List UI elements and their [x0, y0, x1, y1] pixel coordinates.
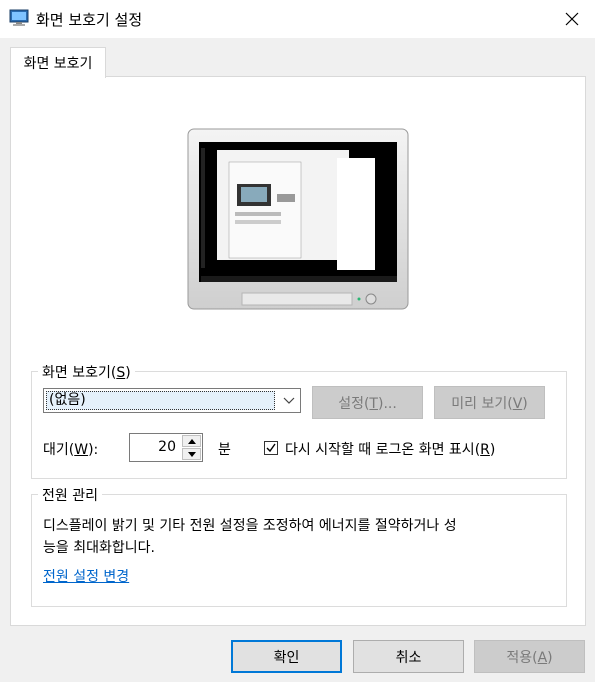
- screensaver-dropdown[interactable]: (없음): [43, 388, 301, 413]
- triangle-down-icon: [187, 451, 196, 457]
- resume-logon-checkbox[interactable]: [264, 441, 278, 455]
- close-button[interactable]: [549, 0, 595, 38]
- screensaver-group-label: 화면 보호기(S): [38, 362, 135, 382]
- tab-screensaver[interactable]: 화면 보호기: [10, 47, 106, 78]
- apply-button[interactable]: 적용(A): [474, 640, 585, 673]
- screensaver-selected-value: (없음): [46, 391, 275, 410]
- resume-logon-label[interactable]: 다시 시작할 때 로그온 화면 표시(R): [285, 439, 495, 459]
- wait-minutes-stepper[interactable]: 20: [129, 433, 203, 462]
- chevron-down-icon: [283, 397, 295, 404]
- title-bar: 화면 보호기 설정: [0, 0, 595, 38]
- window-title: 화면 보호기 설정: [36, 11, 143, 29]
- tab-screensaver-label: 화면 보호기: [23, 56, 93, 72]
- stepper-up-button[interactable]: [182, 435, 201, 447]
- stepper-down-button[interactable]: [182, 448, 201, 460]
- ok-button-label: 확인: [273, 649, 300, 666]
- ok-button[interactable]: 확인: [231, 640, 342, 673]
- change-power-settings-link[interactable]: 전원 설정 변경: [43, 566, 129, 586]
- cancel-button[interactable]: 취소: [353, 640, 464, 673]
- checkmark-icon: [266, 443, 276, 453]
- settings-button-label: 설정(T)...: [338, 395, 397, 412]
- wait-minutes-value: 20: [158, 439, 176, 455]
- power-group-label: 전원 관리: [38, 485, 102, 505]
- triangle-up-icon: [187, 438, 196, 444]
- preview-button-label: 미리 보기(V): [451, 395, 528, 412]
- preview-button[interactable]: 미리 보기(V): [434, 386, 545, 419]
- wait-label: 대기(W):: [43, 442, 99, 458]
- monitor-preview-icon: [187, 128, 409, 310]
- power-description-line1: 디스플레이 밝기 및 기타 전원 설정을 조정하여 에너지를 절약하거나 성: [43, 518, 457, 534]
- display-settings-icon: [9, 9, 29, 26]
- close-icon: [565, 12, 579, 26]
- cancel-button-label: 취소: [395, 649, 422, 666]
- minutes-label: 분: [218, 442, 231, 458]
- settings-button[interactable]: 설정(T)...: [312, 386, 423, 419]
- power-description-line2: 능을 최대화합니다.: [43, 540, 155, 556]
- apply-button-label: 적용(A): [506, 649, 553, 666]
- power-description: 디스플레이 밝기 및 기타 전원 설정을 조정하여 에너지를 절약하거나 성 능…: [43, 515, 553, 559]
